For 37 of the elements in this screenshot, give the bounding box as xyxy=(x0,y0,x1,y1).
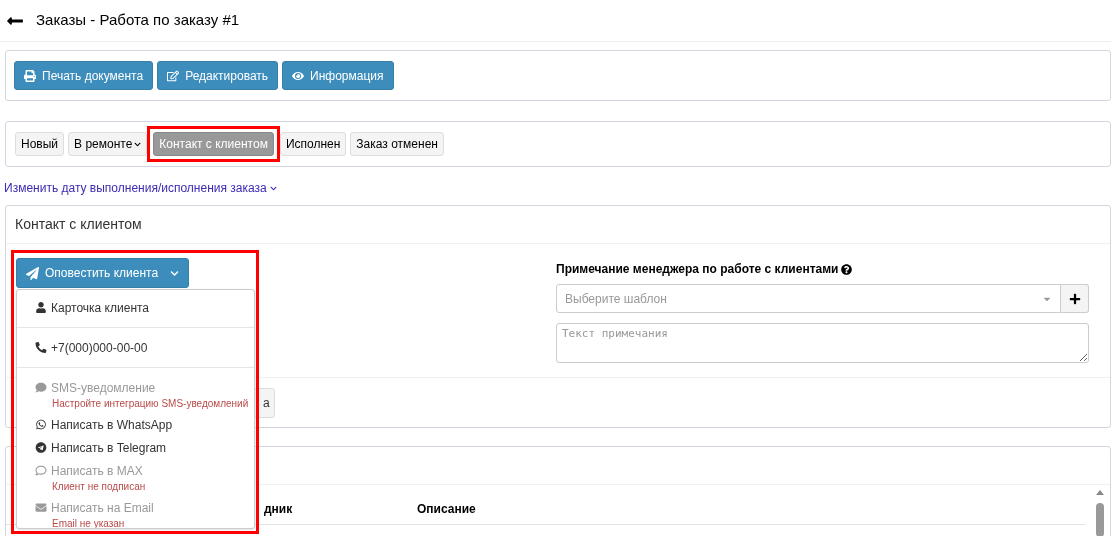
page-title: Заказы - Работа по заказу #1 xyxy=(36,10,240,31)
action-button[interactable]: Информация xyxy=(282,61,394,90)
note-label: Примечание менеджера по работе с клиентами xyxy=(556,261,839,278)
printer-icon xyxy=(24,69,36,82)
action-button[interactable]: Редактировать xyxy=(157,61,279,90)
edit-icon xyxy=(167,69,180,82)
envelope-icon xyxy=(35,502,47,513)
change-date-link[interactable]: Изменить дату выполнения/исполнения заказа xyxy=(4,179,277,197)
chat-bubble-icon xyxy=(35,465,47,476)
phone-icon xyxy=(35,342,47,353)
whatsapp-icon xyxy=(35,419,47,430)
status-tab[interactable]: Исполнен xyxy=(279,132,347,156)
menu-item[interactable]: +7(000)000-00-00 xyxy=(17,338,254,357)
action-button[interactable]: Печать документа xyxy=(14,61,154,90)
column-header: дник xyxy=(264,500,294,518)
menu-item[interactable]: Написать в Telegram xyxy=(17,438,254,457)
column-header: Описание xyxy=(417,500,477,518)
panel-title: Контакт с клиентом xyxy=(15,215,142,234)
menu-item-hint: Настройте интеграцию SMS-уведомлений xyxy=(51,397,250,411)
menu-item[interactable]: Написать в WhatsApp xyxy=(17,415,254,434)
plus-icon xyxy=(1068,292,1081,305)
chevron-icon xyxy=(269,184,277,192)
help-icon[interactable] xyxy=(841,263,853,275)
eye-icon xyxy=(292,69,305,82)
note-textarea[interactable]: Текст примечания xyxy=(556,323,1089,363)
menu-item[interactable]: Карточка клиента xyxy=(17,298,254,317)
menu-item-hint: Клиент не подписан xyxy=(51,480,147,494)
paper-plane-icon xyxy=(26,266,39,280)
chevron-icon xyxy=(134,140,142,148)
status-tab[interactable]: В ремонте xyxy=(68,132,148,156)
status-tab[interactable]: Заказ отменен xyxy=(350,132,444,156)
notify-client-button[interactable]: Оповестить клиента xyxy=(16,258,190,288)
status-tab[interactable]: Новый xyxy=(15,132,65,156)
add-template-button[interactable] xyxy=(1061,284,1089,313)
user-icon xyxy=(35,302,47,313)
speech-bubble-icon xyxy=(35,382,47,393)
chevron-icon xyxy=(170,268,180,278)
